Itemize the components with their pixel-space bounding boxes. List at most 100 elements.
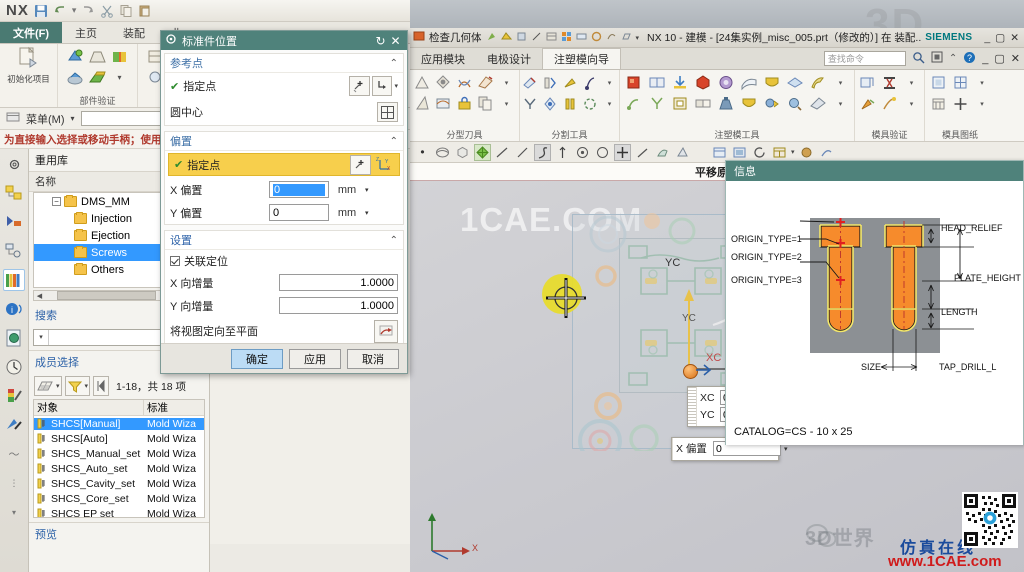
ok-button[interactable]: 确定 xyxy=(231,348,283,369)
part-validation-more-icon[interactable]: ▾ xyxy=(109,67,131,88)
split-tool-1-icon[interactable] xyxy=(520,72,540,93)
rail-overflow-icon[interactable]: ⋮ xyxy=(3,472,25,494)
parting-tool-6-icon[interactable] xyxy=(433,93,454,114)
parting-tools-more-icon[interactable]: ▾ xyxy=(496,93,517,114)
title-icon-7[interactable] xyxy=(591,31,602,45)
hd3d-tools-icon[interactable]: i xyxy=(3,298,25,320)
rail-dropdown-icon[interactable]: ▾ xyxy=(3,501,25,523)
title-icon-8[interactable] xyxy=(606,31,617,45)
mold-tool-b4-icon[interactable] xyxy=(691,93,714,114)
mold-tool-b8-icon[interactable] xyxy=(783,93,806,114)
help-icon[interactable]: ? xyxy=(963,51,976,67)
drawing-tool-2-icon[interactable] xyxy=(949,72,971,93)
settings-icon[interactable] xyxy=(3,153,25,175)
mold-tool-b2-icon[interactable] xyxy=(645,93,668,114)
command-finder-input[interactable]: 查找命令 xyxy=(823,51,906,66)
x-offset-dropdown-icon[interactable]: ▾ xyxy=(784,445,788,453)
chevron-up-icon[interactable]: ⌃ xyxy=(390,58,398,69)
title-icon-4[interactable] xyxy=(546,31,557,45)
circle-center-grid-button[interactable] xyxy=(377,102,398,122)
minimize-icon[interactable]: _ xyxy=(982,53,988,65)
parting-tool-8-icon[interactable] xyxy=(475,93,496,114)
title-icon-line[interactable] xyxy=(531,31,542,45)
standard-part-position-dialog[interactable]: 标准件位置 ↻ ✕ 参考点 ⌃ ✔ 指定点 ▾ 圆中心 偏置 ⌃ ✔ 指定点 Y… xyxy=(160,30,408,374)
x-offset-unit-dropdown-icon[interactable]: ▾ xyxy=(365,186,369,194)
preview-label[interactable]: 预览 xyxy=(29,522,209,545)
filter-dropdown-icon[interactable]: ▾ xyxy=(85,382,89,390)
x-increment-input[interactable]: 1.0000 xyxy=(279,274,398,291)
undo-icon[interactable] xyxy=(53,4,67,18)
x-increment-row[interactable]: X 向增量 1.0000 xyxy=(165,271,403,294)
mold-tool-b6-icon[interactable] xyxy=(737,93,760,114)
mold-drawing-dropdown-icon[interactable]: ▾ xyxy=(971,72,993,93)
settings-header[interactable]: 设置 ⌃ xyxy=(165,231,403,250)
mold-tool-1-icon[interactable] xyxy=(65,46,87,67)
mold-tool-b9-icon[interactable] xyxy=(806,93,829,114)
validation-tool-2-icon[interactable] xyxy=(879,72,901,93)
circle-center-row[interactable]: 圆中心 xyxy=(165,99,403,125)
title-icon-9[interactable] xyxy=(621,31,632,45)
search-icon[interactable] xyxy=(912,51,925,67)
menu-icon[interactable] xyxy=(6,111,20,126)
body-icon[interactable] xyxy=(454,144,471,161)
specify-point-button[interactable] xyxy=(349,76,371,96)
line1-icon[interactable] xyxy=(494,144,511,161)
parting-tool-4-icon[interactable] xyxy=(475,72,496,93)
mold-tool-a5-icon[interactable] xyxy=(714,72,737,93)
mold-tool-a7-icon[interactable] xyxy=(760,72,783,93)
constraint-navigator-icon[interactable] xyxy=(3,211,25,233)
close-icon[interactable]: ✕ xyxy=(1010,32,1019,44)
mold-tools-more-icon[interactable]: ▾ xyxy=(829,93,852,114)
drawing-tool-4-icon[interactable] xyxy=(949,93,971,114)
paste-icon[interactable] xyxy=(138,4,152,18)
y-offset-unit-dropdown-icon[interactable]: ▾ xyxy=(365,209,369,217)
scrollbar-thumb[interactable] xyxy=(57,291,156,300)
chevron-up-icon[interactable]: ⌃ xyxy=(390,136,398,147)
reuse-library-icon[interactable] xyxy=(3,269,25,291)
render2-icon[interactable] xyxy=(818,144,835,161)
apply-button[interactable]: 应用 xyxy=(289,348,341,369)
list-item[interactable]: SHCS_Cavity_set Mold Wiza xyxy=(34,476,204,491)
mold-validation-dropdown-icon[interactable]: ▾ xyxy=(901,72,923,93)
mold-tool-a2-icon[interactable] xyxy=(645,72,668,93)
split-tool-7-icon[interactable] xyxy=(560,93,580,114)
arc-icon[interactable] xyxy=(434,144,451,161)
mold-validation-grid[interactable]: ▾ ▾ xyxy=(857,72,923,114)
shape-icon[interactable] xyxy=(674,144,691,161)
menu-label[interactable]: 菜单(M) xyxy=(26,111,65,127)
split-tool-4-icon[interactable] xyxy=(580,72,600,93)
title-icon-1[interactable] xyxy=(486,31,497,45)
tree-expander-icon[interactable]: − xyxy=(52,197,61,206)
tab-assembly[interactable]: 装配 xyxy=(110,22,158,43)
close-icon[interactable]: ✕ xyxy=(1011,52,1020,65)
title-dropdown-icon[interactable]: ▾ xyxy=(636,34,640,42)
grid-view-button[interactable]: ▾ xyxy=(34,376,62,396)
redo-icon[interactable] xyxy=(81,4,95,18)
split-tools-more-icon[interactable]: ▾ xyxy=(600,93,620,114)
chevron-up-icon[interactable]: ⌃ xyxy=(390,235,398,246)
plus-icon[interactable] xyxy=(614,143,631,161)
save-icon[interactable] xyxy=(34,4,48,18)
mold-tools-dropdown-icon[interactable]: ▾ xyxy=(829,72,852,93)
member-list[interactable]: 对象 标准 SHCS[Manual] Mold Wiza SHCS[Auto] … xyxy=(33,399,205,518)
split-tools-grid[interactable]: ▾ ▾ xyxy=(520,72,620,114)
y-increment-row[interactable]: Y 向增量 1.0000 xyxy=(165,294,403,317)
list-item[interactable]: SHCS_Core_set Mold Wiza xyxy=(34,491,204,506)
validation-tool-4-icon[interactable] xyxy=(879,93,901,114)
reference-point-header[interactable]: 参考点 ⌃ xyxy=(165,54,403,73)
mold-tool-b5-icon[interactable] xyxy=(714,93,737,114)
mold-drawing-grid[interactable]: ▾ ▾ xyxy=(927,72,993,114)
mold-tool-b1-icon[interactable] xyxy=(622,93,645,114)
associative-positioning-row[interactable]: 关联定位 xyxy=(165,250,403,271)
specify-point-row[interactable]: ✔ 指定点 ▾ xyxy=(165,73,403,99)
split-tool-5-icon[interactable] xyxy=(520,93,540,114)
minimize-icon[interactable]: _ xyxy=(984,32,990,44)
search-dropdown-icon[interactable]: ▾ xyxy=(34,330,49,345)
parting-tool-1-icon[interactable] xyxy=(412,72,433,93)
split-tools-dropdown-icon[interactable]: ▾ xyxy=(600,72,620,93)
line2-icon[interactable] xyxy=(514,144,531,161)
rotate-icon[interactable] xyxy=(751,144,768,161)
render-icon[interactable] xyxy=(798,144,815,161)
mold-tool-a3-icon[interactable] xyxy=(668,72,691,93)
filter-button[interactable]: ▾ xyxy=(64,376,91,396)
